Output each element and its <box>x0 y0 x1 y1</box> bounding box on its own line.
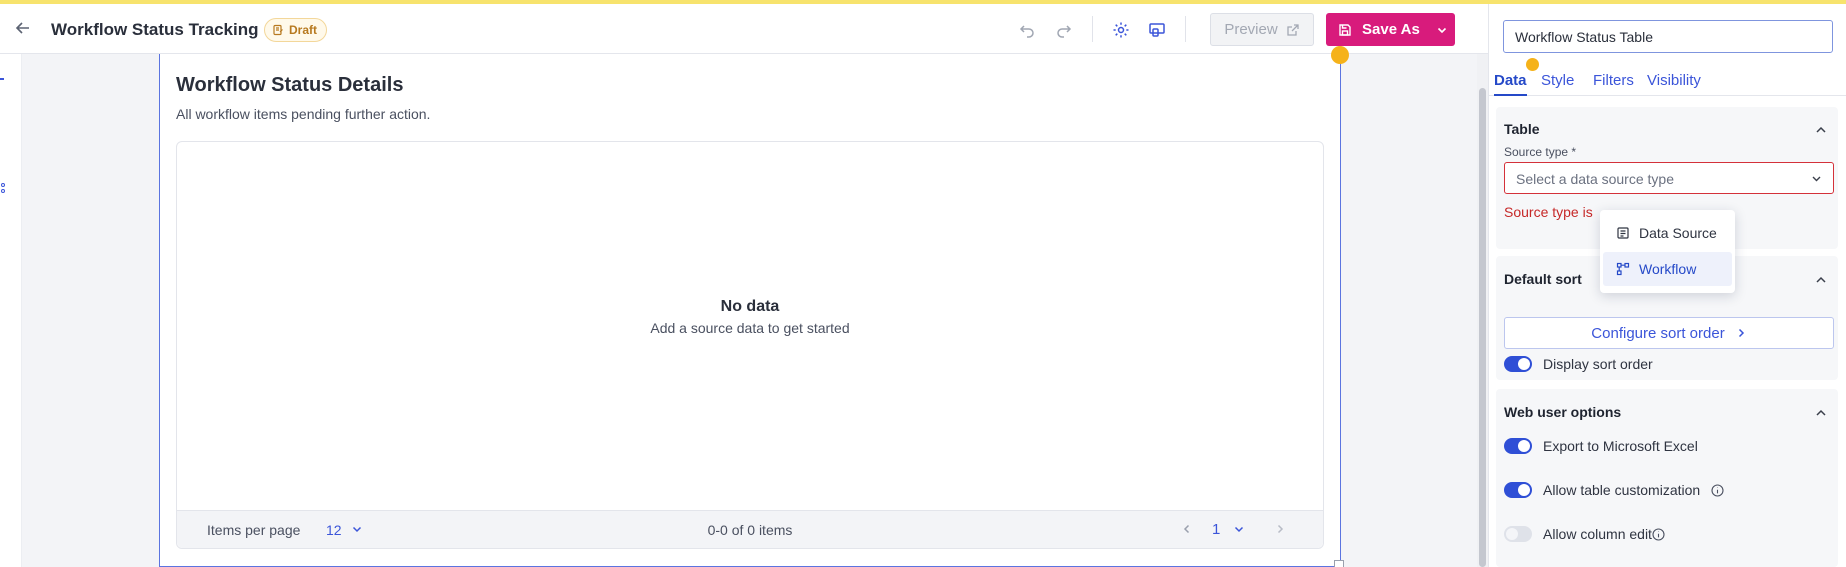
editor-header: Workflow Status Tracking Draft Preview S… <box>0 4 1488 54</box>
redo-icon[interactable] <box>1055 21 1073 39</box>
chevron-down-icon[interactable] <box>1436 24 1448 36</box>
chevron-right-icon <box>1738 328 1744 338</box>
table-area <box>176 141 1324 549</box>
external-link-icon <box>1287 23 1299 36</box>
section-title: Default sort <box>1504 271 1582 287</box>
info-icon[interactable] <box>1711 483 1724 497</box>
widget-subtitle: All workflow items pending further actio… <box>176 106 431 122</box>
toolbar-icon[interactable] <box>0 182 6 194</box>
table-customization-toggle[interactable] <box>1504 482 1532 498</box>
info-icon[interactable] <box>1652 527 1665 541</box>
chevron-down-icon[interactable] <box>1232 522 1246 536</box>
chevron-right-icon[interactable] <box>1273 522 1287 536</box>
divider <box>1185 16 1186 42</box>
table-pagination: Items per page 12 0-0 of 0 items 1 <box>177 510 1323 548</box>
page-title: Workflow Status Tracking <box>51 20 259 39</box>
widget-title: Workflow Status Details <box>176 74 404 96</box>
display-sort-label: Display sort order <box>1543 356 1653 372</box>
empty-state-title: No data <box>720 298 780 315</box>
chevron-down-icon <box>1810 172 1823 185</box>
dropdown-option-label: Workflow <box>1639 261 1697 277</box>
chevron-up-icon[interactable] <box>1814 273 1828 287</box>
layout-icon[interactable] <box>1148 21 1166 39</box>
preview-label: Preview <box>1224 21 1278 38</box>
save-as-label: Save As <box>1362 21 1420 38</box>
status-badge: Draft <box>264 18 328 42</box>
table-customization-row: Allow table customization <box>1504 482 1724 498</box>
chevron-up-icon[interactable] <box>1814 123 1828 137</box>
source-type-error: Source type is <box>1504 204 1593 220</box>
data-source-icon <box>1617 227 1629 239</box>
dropdown-option-label: Data Source <box>1639 225 1717 241</box>
source-type-dropdown: Data Source Workflow <box>1600 210 1735 293</box>
source-type-select[interactable]: Select a data source type <box>1504 162 1834 194</box>
widget-name-input[interactable] <box>1503 20 1833 53</box>
display-sort-row: Display sort order <box>1504 356 1653 372</box>
dropdown-option-data-source[interactable]: Data Source <box>1603 216 1732 250</box>
empty-state: No data Add a source data to get started <box>176 298 1324 336</box>
save-icon <box>1339 23 1351 36</box>
dropdown-option-workflow[interactable]: Workflow <box>1603 252 1732 286</box>
web-user-options-section: Web user options Export to Microsoft Exc… <box>1496 389 1838 567</box>
save-as-button[interactable]: Save As <box>1326 13 1455 46</box>
export-excel-toggle[interactable] <box>1504 438 1532 454</box>
item-count: 0-0 of 0 items <box>707 522 793 538</box>
display-sort-toggle[interactable] <box>1504 356 1532 372</box>
back-arrow-icon[interactable] <box>12 18 34 40</box>
section-title: Table <box>1504 121 1540 137</box>
page-select[interactable]: 1 <box>1212 521 1220 538</box>
tab-visibility[interactable]: Visibility <box>1647 72 1701 96</box>
source-type-placeholder: Select a data source type <box>1516 171 1674 187</box>
export-excel-label: Export to Microsoft Excel <box>1543 438 1698 454</box>
properties-tabs: Data Style Filters Visibility <box>1488 72 1846 96</box>
tab-filters[interactable]: Filters <box>1593 72 1634 96</box>
undo-icon[interactable] <box>1018 21 1036 39</box>
scrollbar-thumb[interactable] <box>1479 88 1486 567</box>
export-excel-row: Export to Microsoft Excel <box>1504 438 1698 454</box>
widget-handle[interactable] <box>1331 46 1349 64</box>
chevron-up-icon[interactable] <box>1814 406 1828 420</box>
toolbar-marker <box>0 78 4 80</box>
column-edit-toggle[interactable] <box>1504 526 1532 542</box>
preview-button[interactable]: Preview <box>1210 13 1314 46</box>
status-badge-label: Draft <box>289 23 318 37</box>
workflow-icon <box>1616 262 1630 276</box>
column-edit-label: Allow column edit <box>1543 526 1652 542</box>
source-type-label: Source type * <box>1504 145 1577 159</box>
gear-icon[interactable] <box>1112 21 1130 39</box>
chevron-left-icon[interactable] <box>1180 522 1194 536</box>
section-title: Web user options <box>1504 404 1622 420</box>
column-edit-row: Allow column edit <box>1504 526 1665 542</box>
tab-data[interactable]: Data <box>1494 72 1527 96</box>
empty-state-subtitle: Add a source data to get started <box>650 320 850 336</box>
configure-sort-button[interactable]: Configure sort order <box>1504 317 1834 349</box>
left-toolbar <box>0 54 22 567</box>
divider <box>1092 16 1093 42</box>
resize-handle[interactable] <box>1334 560 1344 567</box>
tab-style[interactable]: Style <box>1541 72 1574 96</box>
tour-hotspot[interactable] <box>1526 58 1539 71</box>
draft-icon <box>273 24 283 36</box>
configure-sort-label: Configure sort order <box>1591 324 1725 342</box>
table-customization-label: Allow table customization <box>1543 482 1701 498</box>
